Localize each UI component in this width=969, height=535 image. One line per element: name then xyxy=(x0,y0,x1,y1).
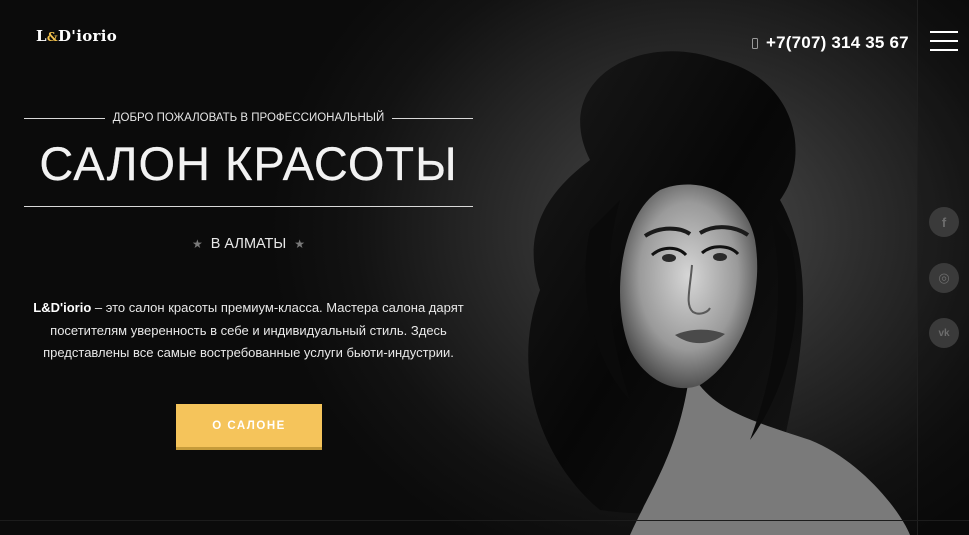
divider-left xyxy=(24,117,105,119)
phone-number[interactable]: +7(707) 314 35 67 xyxy=(766,33,909,53)
hero-title: САЛОН КРАСОТЫ xyxy=(39,137,458,190)
star-icon: ★ xyxy=(294,237,306,251)
title-divider xyxy=(24,206,473,207)
star-icon: ★ xyxy=(191,237,203,251)
welcome-text: ДОБРО ПОЖАЛОВАТЬ В ПРОФЕССИОНАЛЬНЫЙ xyxy=(112,112,385,124)
about-salon-button[interactable]: О САЛОНЕ xyxy=(176,404,322,447)
city-line: ★ В АЛМАТЫ ★ xyxy=(24,236,473,252)
facebook-icon[interactable]: f xyxy=(929,207,959,237)
bottom-divider xyxy=(0,520,969,521)
model-portrait-image xyxy=(528,51,910,535)
vk-icon[interactable]: vk xyxy=(929,318,959,348)
hamburger-icon-line xyxy=(930,40,958,42)
hero-description: L&D'iorio – это салон красоты премиум-кл… xyxy=(24,297,473,365)
hamburger-menu-button[interactable] xyxy=(930,31,958,51)
mobile-phone-icon xyxy=(752,37,758,49)
instagram-icon[interactable]: ◎ xyxy=(929,263,959,293)
logo-prefix: L xyxy=(36,27,47,45)
description-brand: L&D'iorio xyxy=(33,300,92,315)
hamburger-icon-line xyxy=(930,31,958,33)
hamburger-icon-line xyxy=(930,49,958,51)
logo-name: D'iorio xyxy=(58,27,118,45)
welcome-line: ДОБРО ПОЖАЛОВАТЬ В ПРОФЕССИОНАЛЬНЫЙ xyxy=(24,111,473,125)
divider-right xyxy=(392,117,473,119)
brand-logo[interactable]: L&D'iorio xyxy=(36,27,117,45)
city-text: В АЛМАТЫ xyxy=(210,236,287,252)
logo-ampersand: & xyxy=(46,30,58,44)
phone-contact[interactable]: +7(707) 314 35 67 xyxy=(752,33,909,53)
description-text: – это салон красоты премиум-класса. Маст… xyxy=(43,300,464,360)
